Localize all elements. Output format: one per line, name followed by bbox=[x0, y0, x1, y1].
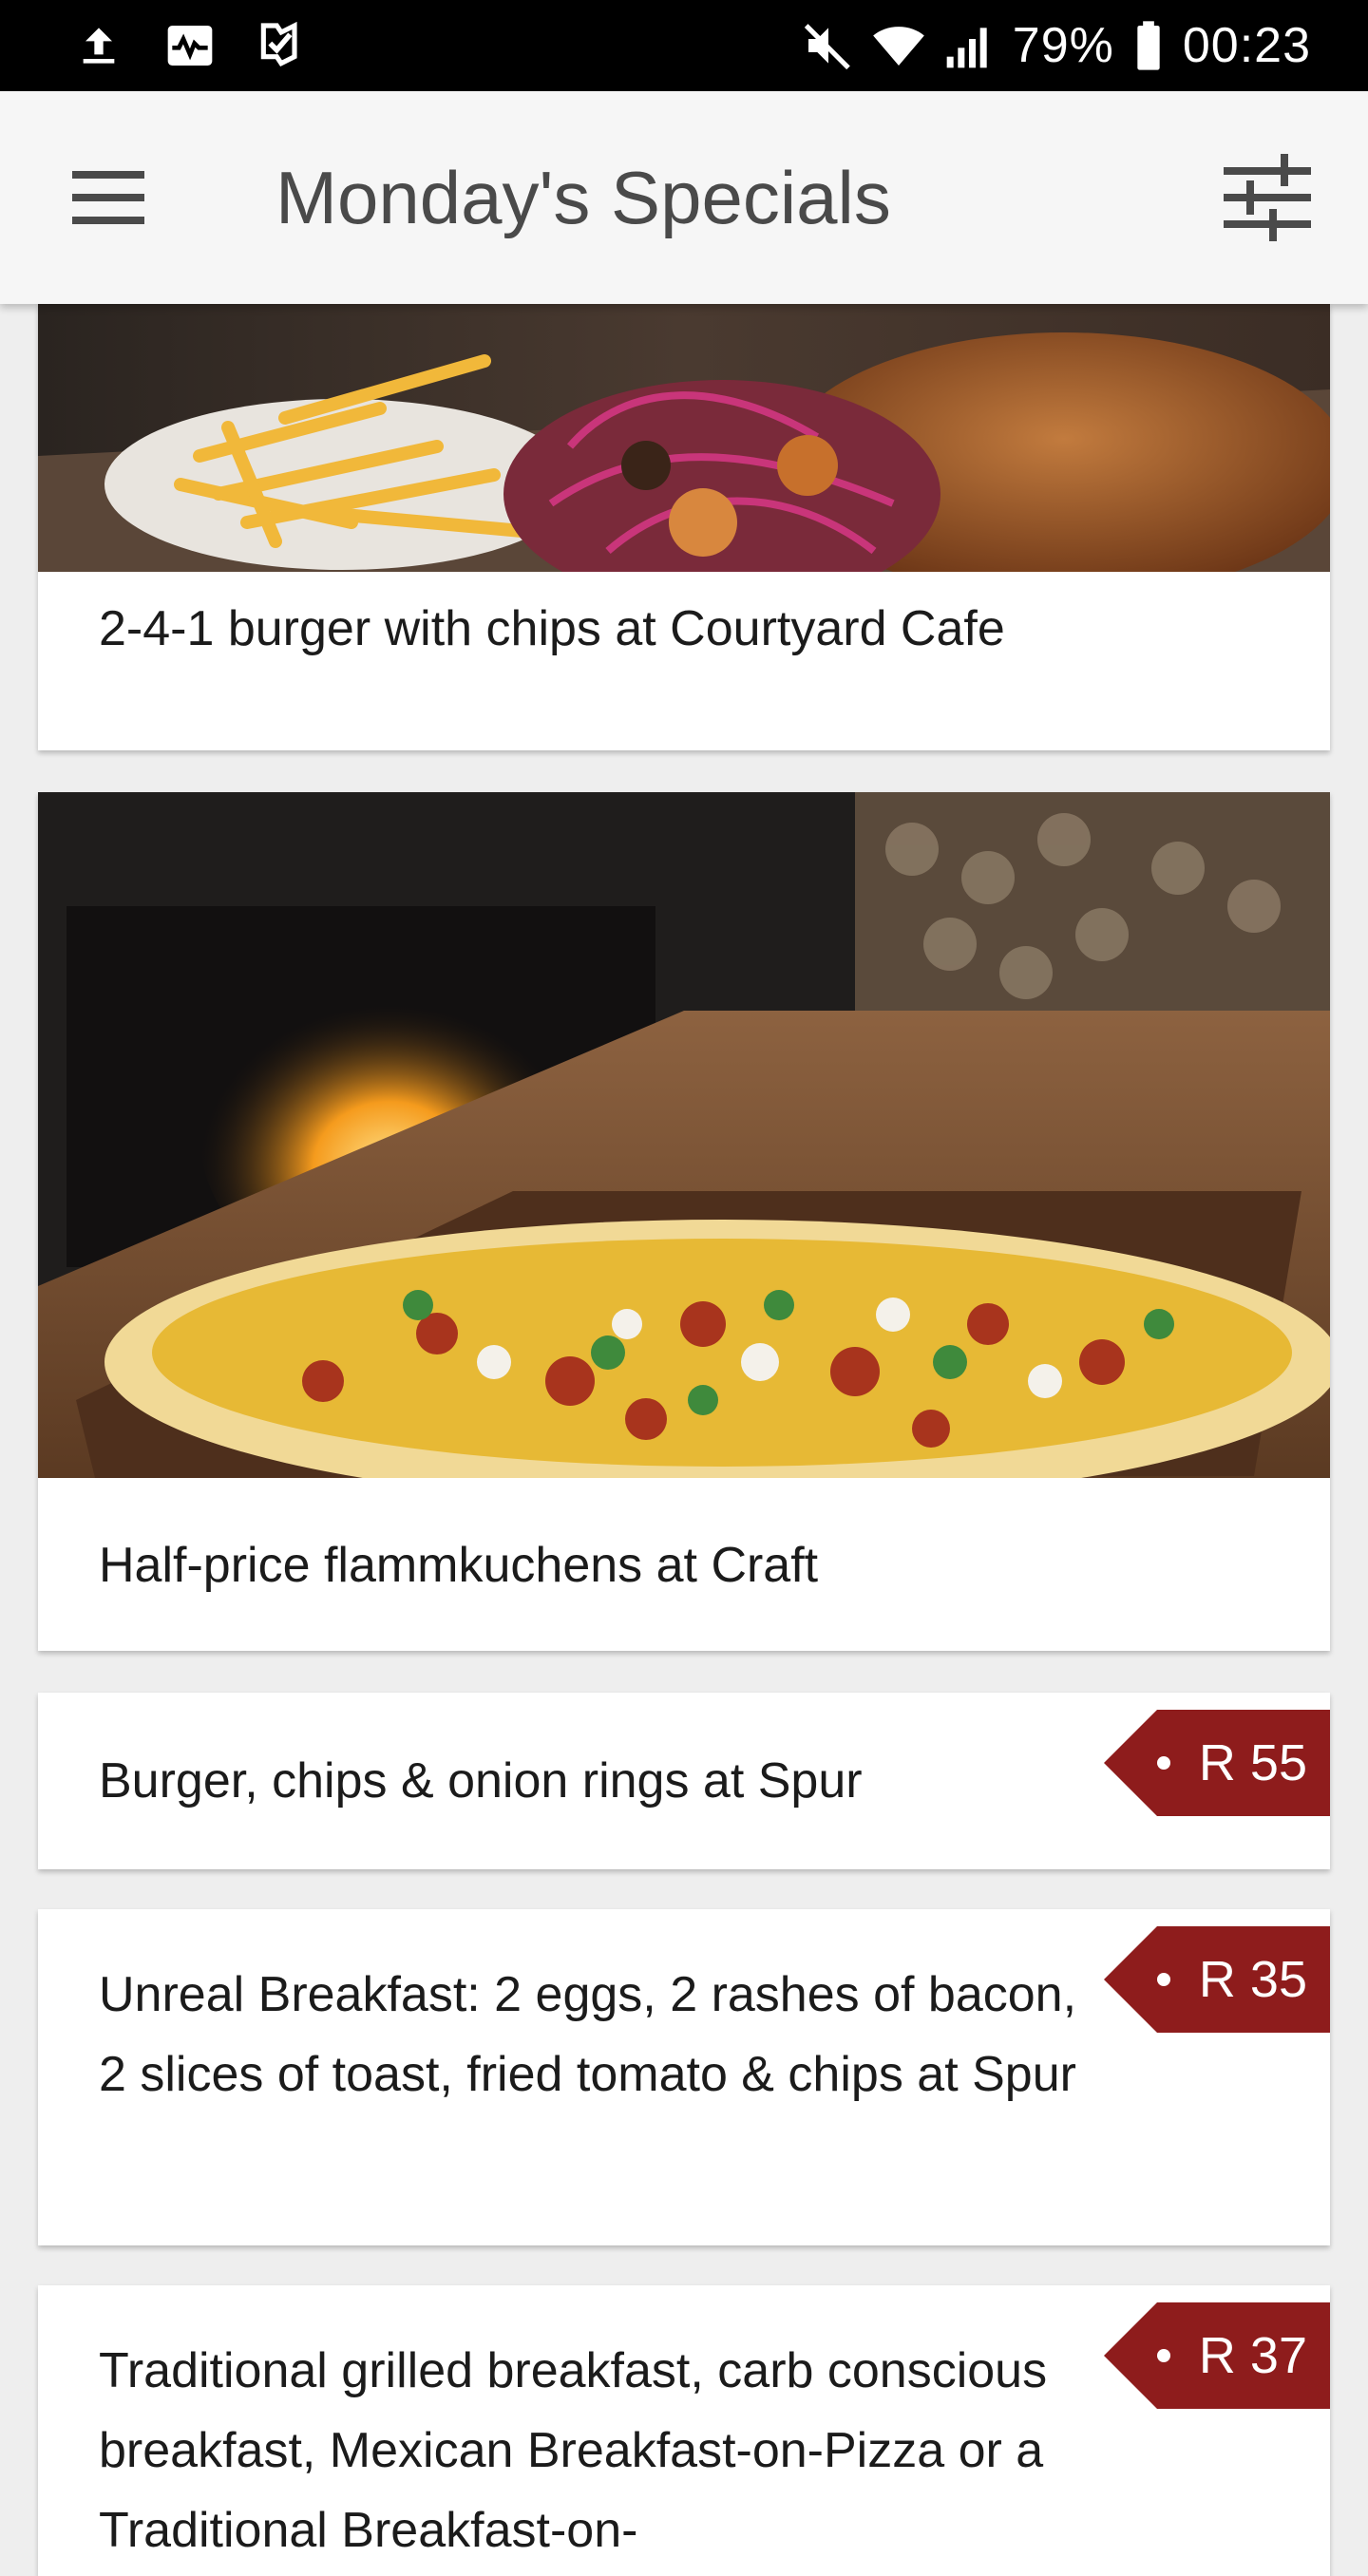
price-tag: R 55 bbox=[1103, 1710, 1330, 1816]
special-title: Unreal Breakfast: 2 eggs, 2 rashes of ba… bbox=[99, 1967, 1077, 2102]
price-value: R 35 bbox=[1198, 1951, 1307, 2008]
price-value: R 37 bbox=[1198, 2327, 1307, 2384]
signal-icon bbox=[942, 19, 996, 72]
battery-percentage: 79% bbox=[1012, 18, 1114, 73]
special-card[interactable]: 2-4-1 burger with chips at Courtyard Caf… bbox=[38, 304, 1330, 750]
price-tag: R 37 bbox=[1103, 2302, 1330, 2409]
filter-button[interactable] bbox=[1224, 154, 1311, 241]
status-bar: 79% 00:23 bbox=[0, 0, 1368, 91]
page-title: Monday's Specials bbox=[276, 156, 891, 239]
special-title: 2-4-1 burger with chips at Courtyard Caf… bbox=[99, 601, 1005, 656]
checkmark-flag-icon bbox=[255, 19, 308, 72]
special-title: Half-price flammkuchens at Craft bbox=[99, 1538, 819, 1593]
special-title: Traditional grilled breakfast, carb cons… bbox=[99, 2343, 1048, 2558]
mute-icon bbox=[802, 19, 855, 72]
special-title: Burger, chips & onion rings at Spur bbox=[99, 1753, 863, 1809]
upload-icon bbox=[72, 19, 125, 72]
specials-feed[interactable]: 2-4-1 burger with chips at Courtyard Caf… bbox=[0, 304, 1368, 2576]
status-notification-icons bbox=[72, 19, 308, 72]
sliders-filter-icon bbox=[1224, 154, 1311, 241]
hamburger-menu-icon bbox=[72, 171, 144, 224]
flammkuchen-by-fireplace-photo bbox=[38, 792, 1330, 1478]
status-system-icons: 79% 00:23 bbox=[802, 17, 1311, 74]
special-card[interactable]: Unreal Breakfast: 2 eggs, 2 rashes of ba… bbox=[38, 1909, 1330, 2245]
app-bar: Monday's Specials bbox=[0, 91, 1368, 304]
clock: 00:23 bbox=[1182, 18, 1311, 73]
special-card[interactable]: Traditional grilled breakfast, carb cons… bbox=[38, 2285, 1330, 2576]
price-value: R 55 bbox=[1198, 1734, 1307, 1791]
special-card[interactable]: Burger, chips & onion rings at Spur R 55 bbox=[38, 1693, 1330, 1869]
special-card[interactable]: Half-price flammkuchens at Craft bbox=[38, 792, 1330, 1651]
price-tag: R 35 bbox=[1103, 1926, 1330, 2033]
menu-button[interactable] bbox=[68, 158, 148, 237]
battery-icon bbox=[1131, 19, 1166, 72]
activity-icon bbox=[163, 19, 217, 72]
wifi-icon bbox=[872, 19, 925, 72]
burger-with-chips-photo bbox=[38, 304, 1330, 572]
